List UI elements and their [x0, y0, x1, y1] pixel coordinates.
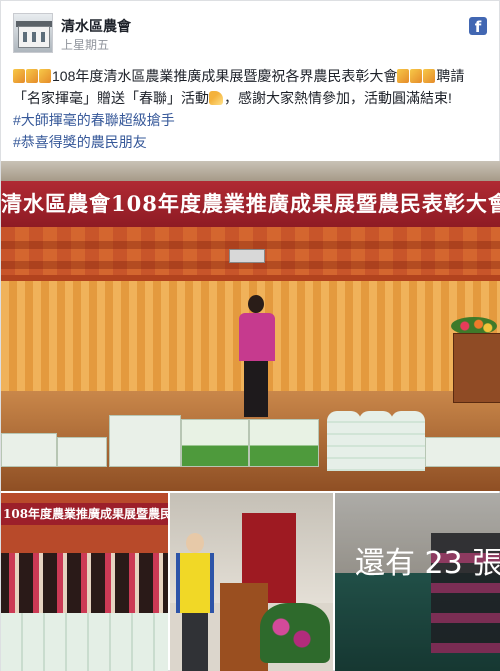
- ceiling-lights: [1, 161, 500, 181]
- man-in-vest: [174, 533, 214, 671]
- confetti-icon: [26, 69, 38, 83]
- page-avatar[interactable]: [13, 13, 53, 53]
- bottle-stack: [359, 411, 393, 471]
- post-message: 108年度清水區農業推廣成果展暨慶祝各界農民表彰大會 聘請 「名家揮毫」贈送「春聯…: [13, 65, 493, 153]
- gift-tables: [1, 613, 168, 671]
- more-photos-label[interactable]: 還有 23 張: [355, 547, 500, 581]
- activity-text: 「名家揮毫」贈送「春聯」活動: [13, 90, 209, 106]
- post-header: 清水區農會 上星期五 f: [13, 11, 489, 55]
- hashtag-link[interactable]: #恭喜得獎的農民朋友: [13, 131, 493, 153]
- confetti-icon: [39, 69, 51, 83]
- stage-banner: 清水區農會108年度農業推廣成果展暨農民表彰大會: [1, 181, 500, 227]
- confetti-icon: [423, 69, 436, 83]
- confetti-icon: [13, 69, 25, 83]
- speaker-figure: [237, 295, 277, 421]
- projector: [229, 249, 265, 263]
- event-title-text: 108年度清水區農業推廣成果展暨慶祝各界農民表彰大會: [52, 68, 398, 84]
- podium: [453, 333, 500, 403]
- more-photos-overlay[interactable]: [335, 493, 500, 671]
- orchid-flowers: [260, 603, 330, 663]
- gift-box: [425, 437, 500, 467]
- party-popper-icon: [209, 91, 223, 105]
- invite-text: 聘請: [436, 68, 465, 84]
- post-text-line-2: 「名家揮毫」贈送「春聯」活動 ，感謝大家熱情參加，活動圓滿結束!: [13, 87, 493, 109]
- thumbnail-banner: 108年度農業推廣成果展暨農民表彰: [1, 503, 168, 525]
- main-photo[interactable]: 清水區農會108年度農業推廣成果展暨農民表彰大會: [1, 161, 500, 491]
- confetti-icon: [410, 69, 423, 83]
- gift-box: [109, 415, 181, 467]
- gift-box: [249, 419, 319, 467]
- thumbnail-photo-3[interactable]: 還有 23 張: [335, 493, 500, 671]
- post-timestamp[interactable]: 上星期五: [61, 36, 109, 53]
- thumbnail-photo-1[interactable]: 108年度農業推廣成果展暨農民表彰: [1, 493, 168, 671]
- gift-box: [1, 433, 57, 467]
- group-crowd: [1, 553, 168, 613]
- bottle-stack: [327, 411, 361, 471]
- gift-box: [181, 419, 249, 467]
- facebook-post-card: 清水區農會 上星期五 f 108年度清水區農業推廣成果展暨慶祝各界農民表彰大會 聘…: [0, 0, 500, 671]
- confetti-icon: [397, 69, 410, 83]
- gift-box: [57, 437, 107, 467]
- page-name-link[interactable]: 清水區農會: [61, 16, 131, 36]
- thanks-text: ，感謝大家熱情參加，活動圓滿結束!: [224, 90, 452, 106]
- facebook-f-icon[interactable]: f: [469, 17, 487, 36]
- bottle-stack: [391, 411, 425, 471]
- thumbnail-photo-2[interactable]: [170, 493, 333, 671]
- post-text-line-1: 108年度清水區農業推廣成果展暨慶祝各界農民表彰大會 聘請: [13, 65, 493, 87]
- hashtag-link[interactable]: #大師揮毫的春聯超級搶手: [13, 109, 493, 131]
